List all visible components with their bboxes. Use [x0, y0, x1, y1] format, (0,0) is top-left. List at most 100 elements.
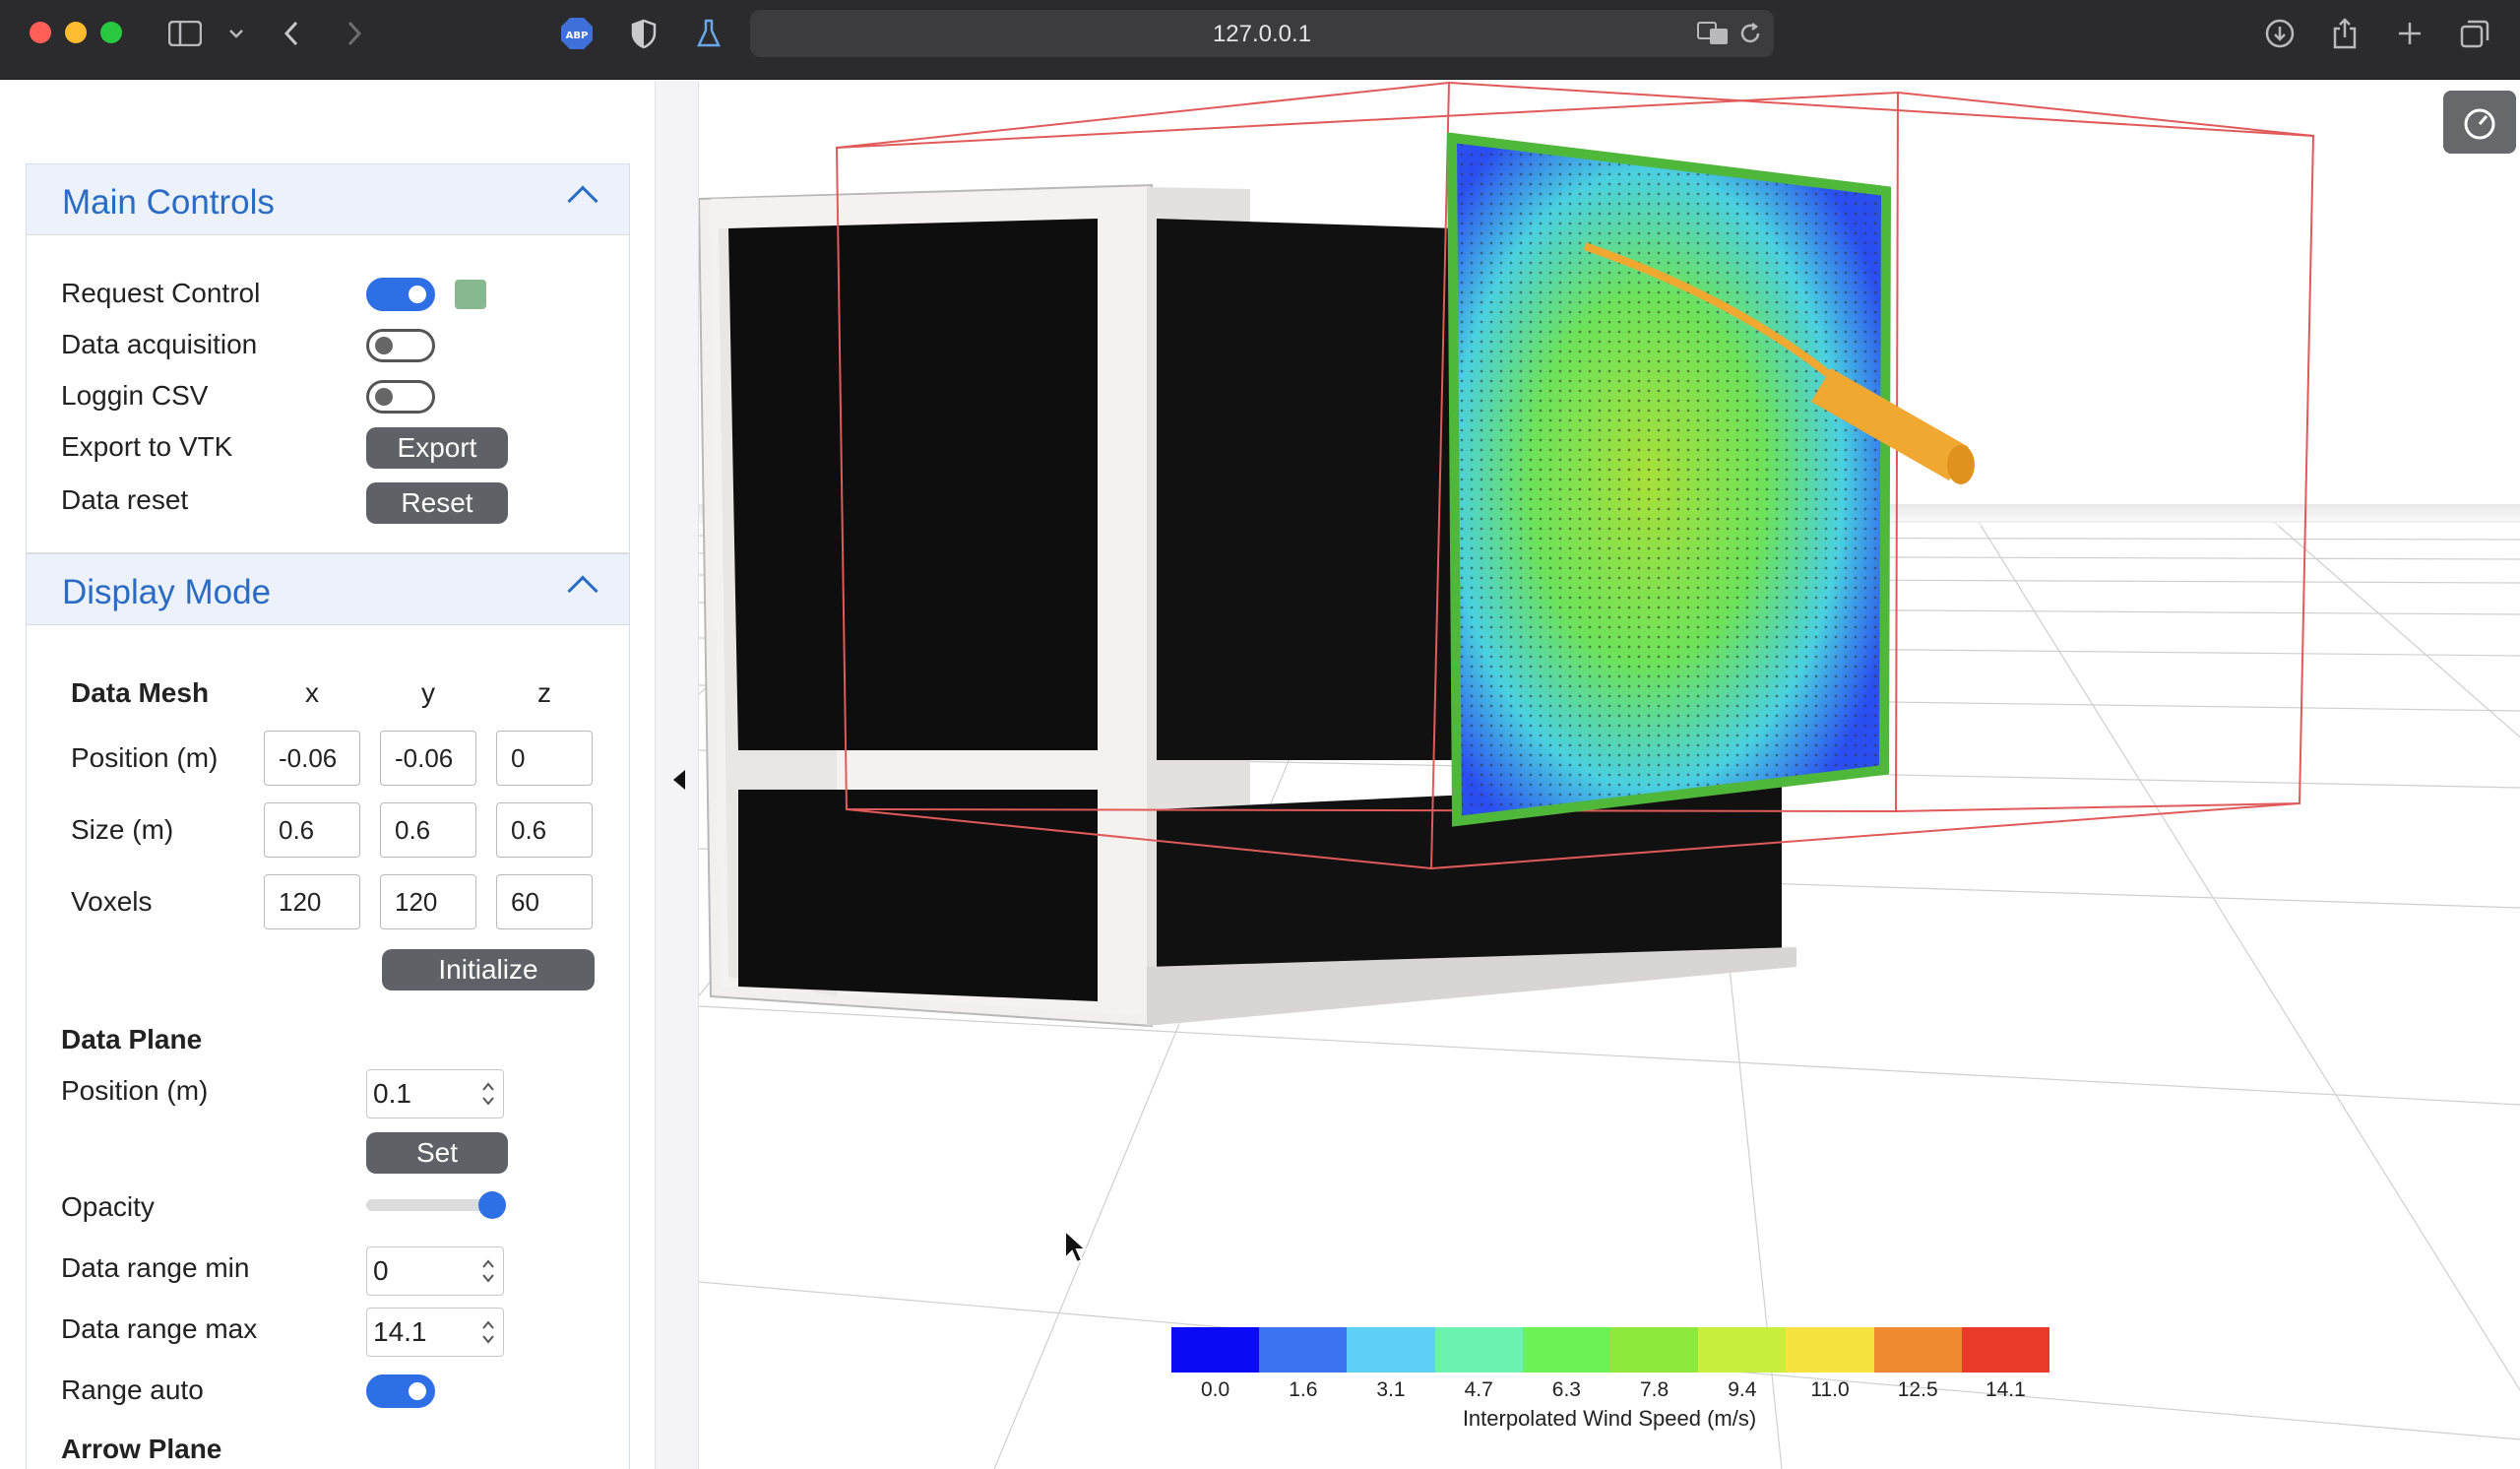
stepper-icon[interactable] [481, 1257, 495, 1285]
colorbar-tick-label: 11.0 [1810, 1378, 1850, 1401]
range-auto-label: Range auto [61, 1374, 204, 1405]
request-control-toggle[interactable] [366, 278, 435, 311]
export-button[interactable]: Export [366, 427, 508, 469]
export-vtk-label: Export to VTK [61, 431, 233, 462]
opacity-label: Opacity [61, 1191, 155, 1222]
colorbar-tick-label: 1.6 [1289, 1378, 1318, 1401]
control-status-indicator [455, 280, 486, 309]
logging-csv-label: Loggin CSV [61, 380, 209, 411]
mesh-voxels-x-input[interactable]: 120 [264, 874, 360, 929]
mesh-voxels-z-input[interactable]: 60 [496, 874, 593, 929]
plane-position-input[interactable]: 0.1 [366, 1069, 504, 1118]
mesh-voxels-y-input[interactable]: 120 [380, 874, 476, 929]
new-tab-icon[interactable] [2390, 14, 2429, 53]
logging-csv-toggle[interactable] [366, 380, 435, 414]
colorbar-swatch [1259, 1327, 1348, 1373]
forward-icon[interactable] [335, 14, 374, 53]
flask-icon[interactable] [689, 14, 728, 53]
axis-y-header: y [421, 677, 435, 708]
data-plane-heatmap [1446, 132, 1892, 827]
set-button[interactable]: Set [366, 1132, 508, 1174]
opacity-slider-thumb[interactable] [478, 1191, 506, 1219]
colorbar-tick-label: 12.5 [1897, 1378, 1938, 1401]
mesh-size-label: Size (m) [71, 814, 174, 845]
adblock-icon[interactable]: ABP [557, 14, 597, 53]
display-mode-title: Display Mode [62, 573, 272, 611]
close-window-button[interactable] [30, 22, 51, 43]
collapse-panel-icon[interactable] [673, 770, 685, 790]
colorbar-tick-label: 7.8 [1639, 1378, 1670, 1401]
colorbar-swatch [1961, 1327, 2050, 1373]
share-icon[interactable] [2325, 14, 2364, 53]
back-icon[interactable] [272, 14, 311, 53]
translate-icon[interactable] [1693, 14, 1732, 53]
plane-position-value: 0.1 [373, 1078, 411, 1109]
data-acquisition-label: Data acquisition [61, 329, 258, 359]
colorbar-swatch [1698, 1327, 1787, 1373]
colorbar-tick-label: 9.4 [1728, 1378, 1757, 1401]
opacity-slider-track[interactable] [366, 1199, 496, 1211]
mesh-size-z-input[interactable]: 0.6 [496, 802, 593, 858]
range-max-input[interactable]: 14.1 [366, 1308, 504, 1357]
colorbar-swatch [1522, 1327, 1611, 1373]
mesh-position-x-input[interactable]: -0.06 [264, 731, 360, 786]
address-bar[interactable]: 127.0.0.1 [750, 10, 1774, 57]
tab-overview-icon[interactable] [2455, 14, 2494, 53]
mesh-position-z-input[interactable]: 0 [496, 731, 593, 786]
colorbar-title: Interpolated Wind Speed (m/s) [1462, 1406, 1757, 1431]
colorbar-tick-label: 6.3 [1551, 1378, 1581, 1401]
colorbar-swatch [1347, 1327, 1435, 1373]
control-panel: Main Controls Request Control Data acqui… [0, 81, 656, 1469]
range-auto-toggle[interactable] [366, 1374, 435, 1408]
colorbar-swatch [1786, 1327, 1874, 1373]
colorbar-swatch [1610, 1327, 1699, 1373]
chevron-down-icon[interactable] [217, 14, 256, 53]
range-min-value: 0 [373, 1255, 389, 1286]
3d-viewport[interactable] [699, 81, 2520, 1469]
mesh-size-y-input[interactable]: 0.6 [380, 802, 476, 858]
downloads-icon[interactable] [2260, 14, 2300, 53]
display-mode-header[interactable]: Display Mode [27, 554, 629, 625]
colorbar-swatch [1171, 1327, 1260, 1373]
stepper-icon[interactable] [481, 1080, 495, 1108]
url-text: 127.0.0.1 [1212, 21, 1312, 47]
scene-canvas[interactable] [699, 81, 2520, 1469]
mesh-position-y-input[interactable]: -0.06 [380, 731, 476, 786]
range-max-label: Data range max [61, 1313, 258, 1344]
performance-toggle-button[interactable] [2443, 91, 2516, 154]
axis-x-header: x [305, 677, 319, 708]
reset-button[interactable]: Reset [366, 482, 508, 524]
mesh-position-label: Position (m) [71, 742, 219, 773]
axis-z-header: z [537, 677, 551, 708]
plane-position-label: Position (m) [61, 1075, 209, 1106]
range-max-value: 14.1 [373, 1316, 427, 1347]
colorbar-swatch [1873, 1327, 1962, 1373]
data-reset-label: Data reset [61, 484, 189, 515]
initialize-button[interactable]: Initialize [382, 949, 595, 990]
stepper-icon[interactable] [481, 1318, 495, 1346]
minimize-window-button[interactable] [65, 22, 87, 43]
range-min-input[interactable]: 0 [366, 1246, 504, 1296]
svg-text:ABP: ABP [566, 31, 589, 41]
sidebar-toggle-icon[interactable] [165, 14, 205, 53]
maximize-window-button[interactable] [100, 22, 122, 43]
reload-icon[interactable] [1731, 14, 1770, 53]
colorbar-swatch [1434, 1327, 1523, 1373]
data-acquisition-toggle[interactable] [366, 329, 435, 362]
chevron-up-icon[interactable] [567, 575, 598, 607]
mesh-size-x-input[interactable]: 0.6 [264, 802, 360, 858]
main-controls-title: Main Controls [62, 183, 275, 222]
chevron-up-icon[interactable] [567, 185, 598, 217]
colorbar-tick-label: 4.7 [1464, 1378, 1493, 1401]
colorbar-tick-label: 3.1 [1376, 1378, 1406, 1401]
data-mesh-heading: Data Mesh [71, 677, 210, 708]
colorbar-tick-label: 0.0 [1200, 1378, 1230, 1401]
browser-toolbar: ABP 127.0.0.1 [0, 0, 2520, 80]
shield-icon[interactable] [624, 14, 663, 53]
request-control-label: Request Control [61, 278, 261, 308]
range-min-label: Data range min [61, 1252, 250, 1283]
data-plane-heading: Data Plane [61, 1024, 203, 1054]
colorbar [1171, 1327, 2050, 1373]
main-controls-header[interactable]: Main Controls [27, 164, 629, 235]
arrow-plane-heading: Arrow Plane [61, 1434, 222, 1464]
